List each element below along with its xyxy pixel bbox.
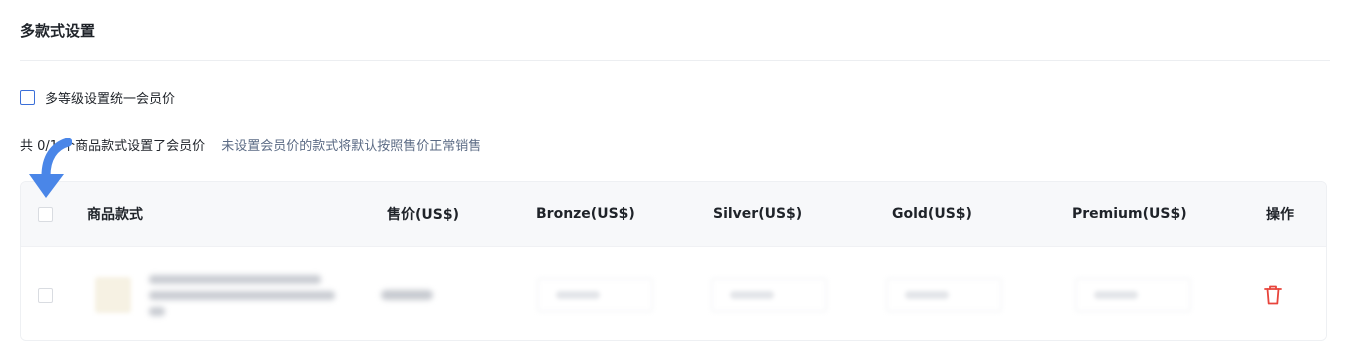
silver-input-field[interactable] <box>711 278 827 312</box>
price-cell <box>381 247 433 340</box>
gold-input-field[interactable] <box>886 278 1002 312</box>
header-price: 售价(US$) <box>387 207 459 223</box>
premium-input-field[interactable] <box>1075 278 1191 312</box>
unify-price-label: 多等级设置统一会员价 <box>45 91 176 107</box>
bronze-price-input[interactable] <box>537 247 653 340</box>
header-action: 操作 <box>1266 207 1294 223</box>
header-gold: Gold(US$) <box>892 206 972 222</box>
divider <box>20 60 1330 61</box>
arrow-down-icon <box>29 138 72 198</box>
section-title: 多款式设置 <box>20 22 96 40</box>
row-checkbox[interactable] <box>38 287 53 303</box>
premium-price-input[interactable] <box>1075 247 1191 340</box>
gold-price-input[interactable] <box>886 247 1002 340</box>
trash-icon[interactable] <box>1263 284 1283 306</box>
header-variant: 商品款式 <box>87 207 143 223</box>
unify-price-checkbox[interactable] <box>20 89 35 105</box>
silver-price-input[interactable] <box>711 247 827 340</box>
variant-thumbnail <box>95 277 131 313</box>
header-premium: Premium(US$) <box>1072 206 1187 222</box>
variant-summary: 共 0/1 个商品款式设置了会员价 未设置会员价的款式将默认按照售价正常销售 <box>20 135 482 154</box>
variant-name-blurred <box>149 274 335 316</box>
variant-cell <box>95 247 335 340</box>
variant-table: 商品款式 售价(US$) Bronze(US$) Silver(US$) Gol… <box>20 181 1327 341</box>
header-silver: Silver(US$) <box>713 206 803 222</box>
select-all-checkbox[interactable] <box>38 206 53 222</box>
price-value-blurred <box>381 290 433 300</box>
header-bronze: Bronze(US$) <box>536 206 635 222</box>
table-row <box>21 246 1326 340</box>
action-cell <box>1263 247 1283 340</box>
row-select-cell <box>38 247 53 340</box>
table-header: 商品款式 售价(US$) Bronze(US$) Silver(US$) Gol… <box>21 182 1326 246</box>
bronze-input-field[interactable] <box>537 278 653 312</box>
unify-price-option[interactable]: 多等级设置统一会员价 <box>20 88 176 107</box>
summary-hint: 未设置会员价的款式将默认按照售价正常销售 <box>221 138 482 154</box>
